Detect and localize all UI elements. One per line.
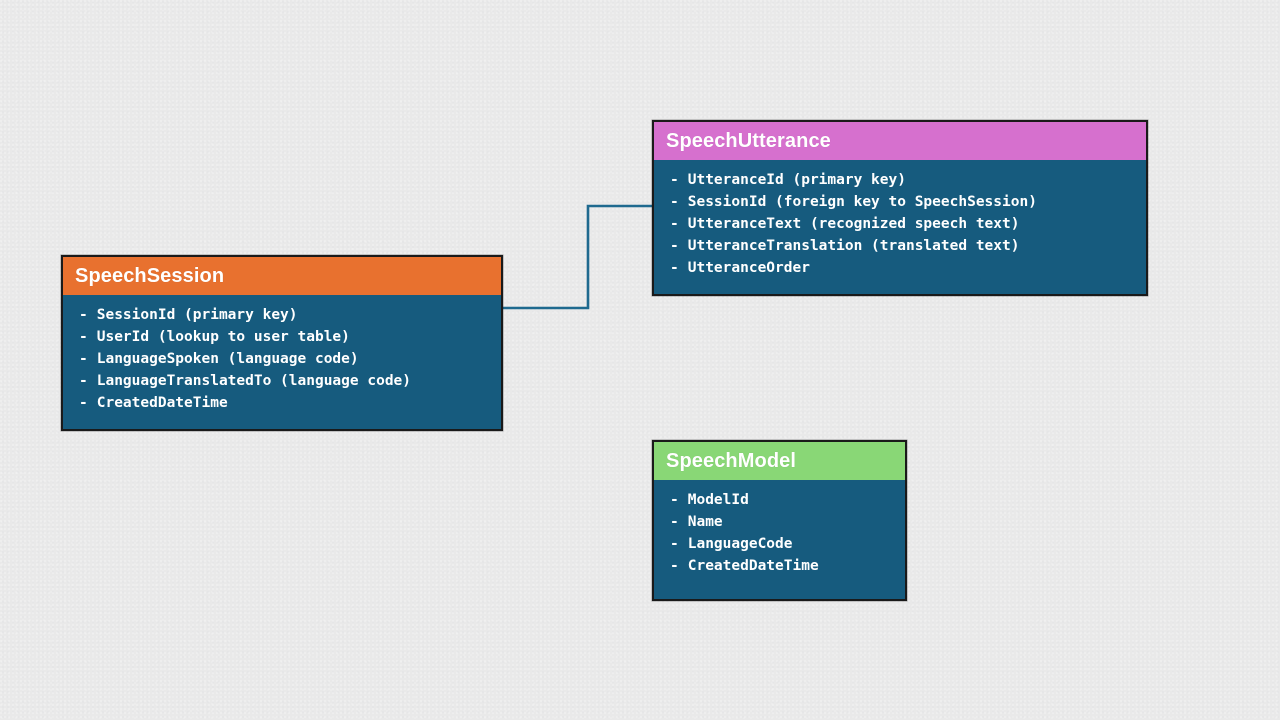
field-label: ModelId: [687, 492, 749, 508]
bullet-dash: -: [670, 194, 679, 210]
bullet-dash: -: [670, 172, 679, 188]
bullet-dash: -: [670, 216, 679, 232]
bullet-dash: -: [79, 395, 88, 411]
field-row: - ModelId: [670, 489, 895, 511]
field-label: LanguageCode: [687, 536, 793, 552]
entity-speechsession-title: SpeechSession: [63, 257, 501, 295]
field-label: UtteranceId (primary key): [687, 172, 906, 188]
field-label: Name: [687, 514, 723, 530]
bullet-dash: -: [670, 514, 679, 530]
field-row: - UtteranceOrder: [670, 257, 1136, 279]
field-label: UtteranceOrder: [687, 260, 810, 276]
bullet-dash: -: [79, 329, 88, 345]
field-row: - LanguageSpoken (language code): [79, 348, 491, 370]
field-row: - UtteranceId (primary key): [670, 169, 1136, 191]
bullet-dash: -: [79, 307, 88, 323]
entity-speechutterance-fields: - UtteranceId (primary key) - SessionId …: [654, 160, 1146, 291]
field-row: - SessionId (foreign key to SpeechSessio…: [670, 191, 1136, 213]
field-row: - CreatedDateTime: [670, 555, 895, 577]
entity-speechmodel[interactable]: SpeechModel - ModelId - Name - LanguageC…: [652, 440, 907, 601]
entity-speechmodel-fields: - ModelId - Name - LanguageCode - Create…: [654, 480, 905, 589]
bullet-dash: -: [670, 492, 679, 508]
bullet-dash: -: [79, 351, 88, 367]
bullet-dash: -: [670, 260, 679, 276]
field-label: UserId (lookup to user table): [96, 329, 350, 345]
field-label: UtteranceTranslation (translated text): [687, 238, 1020, 254]
bullet-dash: -: [670, 238, 679, 254]
field-row: - UtteranceTranslation (translated text): [670, 235, 1136, 257]
entity-speechsession[interactable]: SpeechSession - SessionId (primary key) …: [61, 255, 503, 431]
field-label: CreatedDateTime: [687, 558, 819, 574]
field-row: - LanguageCode: [670, 533, 895, 555]
field-row: - SessionId (primary key): [79, 304, 491, 326]
field-label: LanguageTranslatedTo (language code): [96, 373, 412, 389]
field-row: - LanguageTranslatedTo (language code): [79, 370, 491, 392]
entity-speechutterance[interactable]: SpeechUtterance - UtteranceId (primary k…: [652, 120, 1148, 296]
bullet-dash: -: [670, 558, 679, 574]
bullet-dash: -: [670, 536, 679, 552]
bullet-dash: -: [79, 373, 88, 389]
field-label: CreatedDateTime: [96, 395, 228, 411]
field-label: UtteranceText (recognized speech text): [687, 216, 1020, 232]
field-row: - UtteranceText (recognized speech text): [670, 213, 1136, 235]
field-row: - UserId (lookup to user table): [79, 326, 491, 348]
entity-speechutterance-title: SpeechUtterance: [654, 122, 1146, 160]
diagram-canvas: SpeechSession - SessionId (primary key) …: [0, 0, 1280, 720]
field-label: SessionId (primary key): [96, 307, 298, 323]
entity-speechsession-fields: - SessionId (primary key) - UserId (look…: [63, 295, 501, 426]
field-row: - Name: [670, 511, 895, 533]
field-label: SessionId (foreign key to SpeechSession): [687, 194, 1037, 210]
field-label: LanguageSpoken (language code): [96, 351, 359, 367]
field-row: - CreatedDateTime: [79, 392, 491, 414]
entity-speechmodel-title: SpeechModel: [654, 442, 905, 480]
